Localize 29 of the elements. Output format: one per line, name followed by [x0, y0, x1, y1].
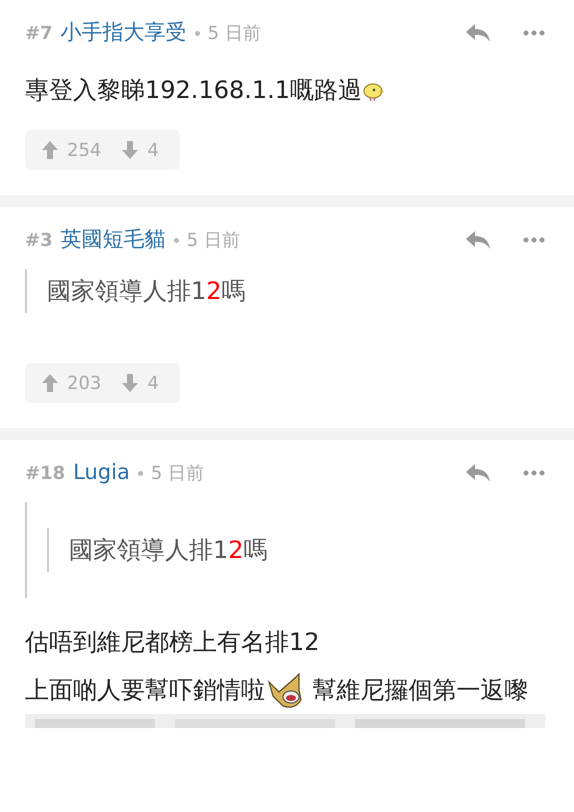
upvote-icon[interactable]: [41, 140, 59, 160]
upvote-count: 203: [67, 372, 102, 396]
post-time: 5 日前: [150, 462, 204, 486]
comment-text: 估唔到維尼都榜上有名排12: [25, 627, 321, 658]
reply-icon[interactable]: [465, 23, 491, 43]
upvote-icon[interactable]: [41, 373, 59, 393]
author-name[interactable]: 小手指大享受: [60, 17, 187, 49]
more-icon[interactable]: [523, 237, 545, 243]
chick-icon: [362, 81, 384, 102]
quote-text: 國家領導人排12嗎: [69, 535, 269, 566]
comment-text: 專登入黎睇192.168.1.1嘅路過: [25, 70, 549, 110]
floor-number: #7: [25, 22, 53, 46]
post-time: 5 日前: [186, 228, 240, 252]
reply-icon[interactable]: [465, 230, 491, 250]
more-icon[interactable]: [523, 30, 545, 36]
upvote-count: 254: [67, 138, 102, 162]
floor-number: #3: [25, 228, 53, 252]
downvote-count: 4: [147, 138, 159, 162]
quote-text: 國家領導人排12嗎: [47, 276, 247, 307]
downvote-count: 4: [147, 372, 159, 396]
author-name[interactable]: Lugia: [73, 457, 130, 489]
more-icon[interactable]: [523, 470, 545, 476]
downvote-icon[interactable]: [121, 140, 140, 160]
floor-number: #18: [25, 462, 66, 486]
post-time: 5 日前: [208, 22, 261, 46]
reply-icon[interactable]: [465, 463, 491, 483]
author-name[interactable]: 英國短毛貓: [60, 224, 166, 256]
comment-text: 上面啲人要幫吓銷情啦 幫維尼攞個第一返嚟: [25, 670, 549, 710]
downvote-icon[interactable]: [121, 373, 140, 393]
